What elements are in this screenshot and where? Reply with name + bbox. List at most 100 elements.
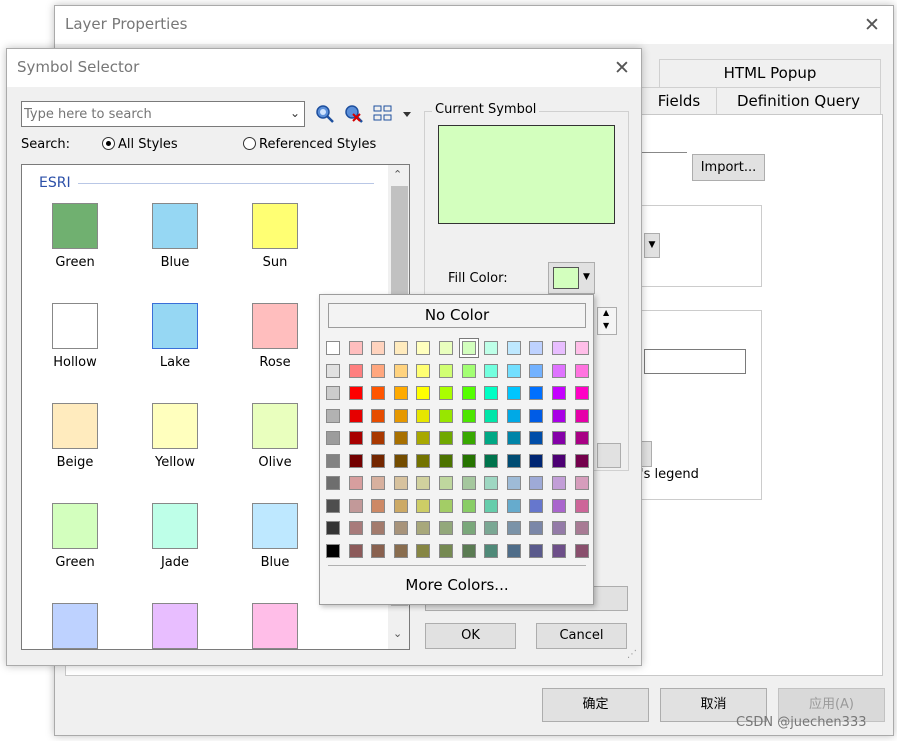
width-spinner[interactable]: ▲ ▼ xyxy=(597,307,617,335)
color-cell[interactable] xyxy=(326,386,340,400)
color-cell[interactable] xyxy=(348,498,363,513)
color-cell[interactable] xyxy=(552,476,566,490)
color-cell[interactable] xyxy=(484,476,499,490)
color-cell[interactable] xyxy=(348,363,363,378)
clear-search-icon[interactable] xyxy=(344,104,364,124)
symbol-tile[interactable] xyxy=(228,603,318,649)
color-cell[interactable] xyxy=(461,476,476,490)
color-cell[interactable] xyxy=(461,386,476,400)
color-cell[interactable] xyxy=(461,431,476,445)
more-colors-button[interactable]: More Colors... xyxy=(328,573,586,597)
symbol-tile[interactable]: Sun xyxy=(228,203,318,283)
color-cell[interactable] xyxy=(416,408,431,423)
color-cell[interactable] xyxy=(416,386,431,400)
color-cell[interactable] xyxy=(326,431,340,445)
color-cell[interactable] xyxy=(506,431,521,445)
symbol-tile[interactable]: Rose xyxy=(228,303,318,383)
referenced-styles-radio[interactable]: Referenced Styles xyxy=(243,137,376,152)
color-cell[interactable] xyxy=(371,431,386,445)
search-icon[interactable] xyxy=(315,104,335,124)
color-cell[interactable] xyxy=(416,521,431,535)
spin-up-icon[interactable]: ▲ xyxy=(603,308,609,317)
color-cell[interactable] xyxy=(529,363,544,378)
color-cell[interactable] xyxy=(439,341,453,355)
color-cell[interactable] xyxy=(326,408,340,423)
color-cell[interactable] xyxy=(371,453,386,468)
color-cell[interactable] xyxy=(416,498,431,513)
symbol-tile[interactable]: Hollow xyxy=(28,303,118,383)
color-cell[interactable] xyxy=(326,453,340,468)
color-cell[interactable] xyxy=(574,386,589,400)
color-cell[interactable] xyxy=(529,498,544,513)
color-cell[interactable] xyxy=(416,431,431,445)
color-cell[interactable] xyxy=(326,543,340,558)
color-cell[interactable] xyxy=(393,453,408,468)
color-cell[interactable] xyxy=(484,386,499,400)
color-cell[interactable] xyxy=(348,543,363,558)
color-cell[interactable] xyxy=(393,521,408,535)
color-cell[interactable] xyxy=(574,521,589,535)
color-cell[interactable] xyxy=(326,498,340,513)
color-cell[interactable] xyxy=(439,386,453,400)
color-cell[interactable] xyxy=(484,543,499,558)
color-cell[interactable] xyxy=(439,431,453,445)
color-cell[interactable] xyxy=(552,453,566,468)
symbol-tile[interactable]: Lake xyxy=(128,303,218,383)
color-cell[interactable] xyxy=(393,476,408,490)
color-cell[interactable] xyxy=(348,453,363,468)
color-cell[interactable] xyxy=(529,408,544,423)
color-cell[interactable] xyxy=(393,386,408,400)
color-cell[interactable] xyxy=(574,543,589,558)
color-cell[interactable] xyxy=(371,386,386,400)
hidden-button[interactable] xyxy=(597,443,621,468)
color-cell[interactable] xyxy=(552,543,566,558)
color-cell[interactable] xyxy=(574,498,589,513)
dropdown-button[interactable]: ▼ xyxy=(644,233,660,258)
color-cell[interactable] xyxy=(461,521,476,535)
color-cell[interactable] xyxy=(506,498,521,513)
color-cell[interactable] xyxy=(484,521,499,535)
color-cell[interactable] xyxy=(506,363,521,378)
color-cell[interactable] xyxy=(506,386,521,400)
color-cell[interactable] xyxy=(416,363,431,378)
color-cell[interactable] xyxy=(393,363,408,378)
color-cell[interactable] xyxy=(439,453,453,468)
view-options-icon[interactable] xyxy=(373,104,413,124)
spin-down-icon[interactable]: ▼ xyxy=(603,321,609,330)
text-field[interactable] xyxy=(644,349,746,374)
color-cell[interactable] xyxy=(529,386,544,400)
color-cell[interactable] xyxy=(484,498,499,513)
color-cell[interactable] xyxy=(484,363,499,378)
color-cell[interactable] xyxy=(506,408,521,423)
color-cell[interactable] xyxy=(348,431,363,445)
color-cell[interactable] xyxy=(416,453,431,468)
color-cell[interactable] xyxy=(393,498,408,513)
color-cell[interactable] xyxy=(439,498,453,513)
color-cell[interactable] xyxy=(529,476,544,490)
all-styles-radio[interactable]: All Styles xyxy=(102,137,178,152)
color-cell[interactable] xyxy=(574,341,589,355)
color-cell[interactable] xyxy=(506,476,521,490)
color-cell[interactable] xyxy=(393,543,408,558)
color-cell[interactable] xyxy=(326,521,340,535)
color-cell[interactable] xyxy=(574,363,589,378)
color-cell[interactable] xyxy=(574,476,589,490)
color-cell[interactable] xyxy=(348,521,363,535)
symbol-tile[interactable]: Beige xyxy=(28,403,118,483)
color-cell[interactable] xyxy=(459,339,478,357)
color-cell[interactable] xyxy=(371,476,386,490)
color-cell[interactable] xyxy=(506,543,521,558)
color-cell[interactable] xyxy=(326,476,340,490)
color-cell[interactable] xyxy=(484,453,499,468)
color-cell[interactable] xyxy=(371,543,386,558)
color-cell[interactable] xyxy=(393,431,408,445)
color-cell[interactable] xyxy=(371,363,386,378)
color-cell[interactable] xyxy=(574,431,589,445)
color-cell[interactable] xyxy=(439,476,453,490)
color-cell[interactable] xyxy=(326,363,340,378)
symbol-tile[interactable]: Green xyxy=(28,503,118,583)
color-cell[interactable] xyxy=(348,408,363,423)
color-cell[interactable] xyxy=(439,543,453,558)
color-cell[interactable] xyxy=(484,341,499,355)
scroll-up-icon[interactable]: ⌃ xyxy=(393,168,402,181)
